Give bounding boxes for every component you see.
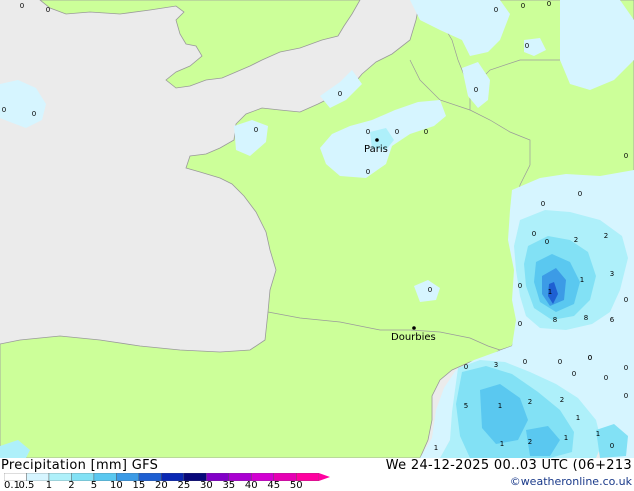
- precip-value-label: 3: [494, 361, 498, 369]
- city-marker: [375, 138, 379, 142]
- precip-value-label: 0: [572, 370, 576, 378]
- precip-value-label: 5: [464, 402, 468, 410]
- precip-value-label: 1: [498, 402, 502, 410]
- precip-value-label: 0: [518, 320, 522, 328]
- legend-tick-label: 5: [90, 480, 98, 491]
- precip-value-label: 1: [434, 444, 438, 452]
- precip-value-label: 1: [576, 414, 580, 422]
- precip-value-label: 1: [564, 434, 568, 442]
- precip-value-label: 6: [610, 316, 615, 324]
- precip-value-label: 0: [558, 358, 562, 366]
- precip-value-label: 0: [2, 106, 6, 114]
- precip-value-label: 2: [528, 398, 532, 406]
- legend-arrow: [318, 473, 330, 481]
- legend-tick-label: 30: [199, 480, 213, 491]
- legend-tick-label: 10: [110, 480, 123, 491]
- precip-value-label: 0: [547, 0, 551, 8]
- legend-tick-label: 25: [177, 480, 191, 491]
- legend-tick-label: 1: [45, 480, 53, 491]
- precip-value-label: 0: [604, 374, 608, 382]
- precip-value-label: 0: [624, 392, 628, 400]
- precip-value-label: 0: [254, 126, 258, 134]
- precip-value-label: 1: [580, 276, 584, 284]
- legend-tick-label: 50: [289, 480, 303, 491]
- legend-tick-label: 20: [155, 480, 168, 491]
- precip-value-label: 0: [624, 296, 628, 304]
- precip-value-label: 0: [464, 363, 468, 371]
- precip-value-label: 8: [584, 314, 588, 322]
- legend-tick-label: 35: [222, 480, 236, 491]
- legend-tick-label: 2: [68, 480, 75, 491]
- precipitation-map: Paris Dourbies 0 0 0 0 0 0 0 0 0 0 0 0 0 0 0 0 0 0 0 0 0 0 0 0 0…: [0, 0, 634, 458]
- legend-tick-label: 15: [132, 480, 146, 491]
- credit-link[interactable]: ©weatheronline.co.uk: [510, 475, 632, 488]
- precip-value-label: 2: [574, 236, 578, 244]
- forecast-datetime: We 24-12-2025 00..03 UTC (06+213: [385, 458, 632, 473]
- precip-value-label: 0: [578, 190, 582, 198]
- precip-value-label: 0: [428, 286, 432, 294]
- precip-value-label: 2: [560, 396, 564, 404]
- precip-value-label: 1: [548, 288, 552, 296]
- precip-value-label: 0: [395, 128, 399, 136]
- precip-value-label: 2: [528, 438, 532, 446]
- legend-tick-label: 0.5: [18, 480, 35, 491]
- precip-value-label: 0: [624, 152, 628, 160]
- precip-value-label: 1: [500, 440, 504, 448]
- city-label: Dourbies: [391, 332, 436, 343]
- precip-value-label: 0: [518, 282, 522, 290]
- city-label: Paris: [364, 144, 388, 155]
- precip-value-label: 0: [525, 42, 529, 50]
- precip-value-label: 1: [596, 430, 600, 438]
- precip-value-label: 0: [20, 2, 24, 10]
- precip-value-label: 2: [604, 232, 608, 240]
- precip-value-label: 0: [588, 354, 592, 362]
- precip-value-label: 0: [46, 6, 50, 14]
- footer: Precipitation [mm] GFS We 24-12-2025 00.…: [0, 458, 634, 491]
- precip-value-label: 0: [521, 2, 525, 10]
- precip-value-label: 0: [541, 200, 545, 208]
- precip-value-label: 0: [32, 110, 36, 118]
- precip-value-label: 0: [624, 364, 628, 372]
- legend-title: Precipitation [mm] GFS: [1, 458, 159, 473]
- precip-value-label: 3: [610, 270, 614, 278]
- precip-value-label: 0: [366, 168, 370, 176]
- precip-value-label: 0: [532, 230, 536, 238]
- precip-value-label: 0: [338, 90, 342, 98]
- city-marker: [412, 326, 416, 330]
- precip-value-label: 0: [610, 442, 614, 450]
- legend-tick-label: 40: [244, 480, 258, 491]
- legend-tick-label: 45: [267, 480, 281, 491]
- precip-value-label: 0: [474, 86, 478, 94]
- precip-value-label: 8: [553, 316, 557, 324]
- precip-value-label: 0: [523, 358, 527, 366]
- precip-value-label: 0: [366, 128, 370, 136]
- precip-value-label: 0: [545, 238, 549, 246]
- precip-value-label: 0: [494, 6, 498, 14]
- precip-value-label: 0: [424, 128, 428, 136]
